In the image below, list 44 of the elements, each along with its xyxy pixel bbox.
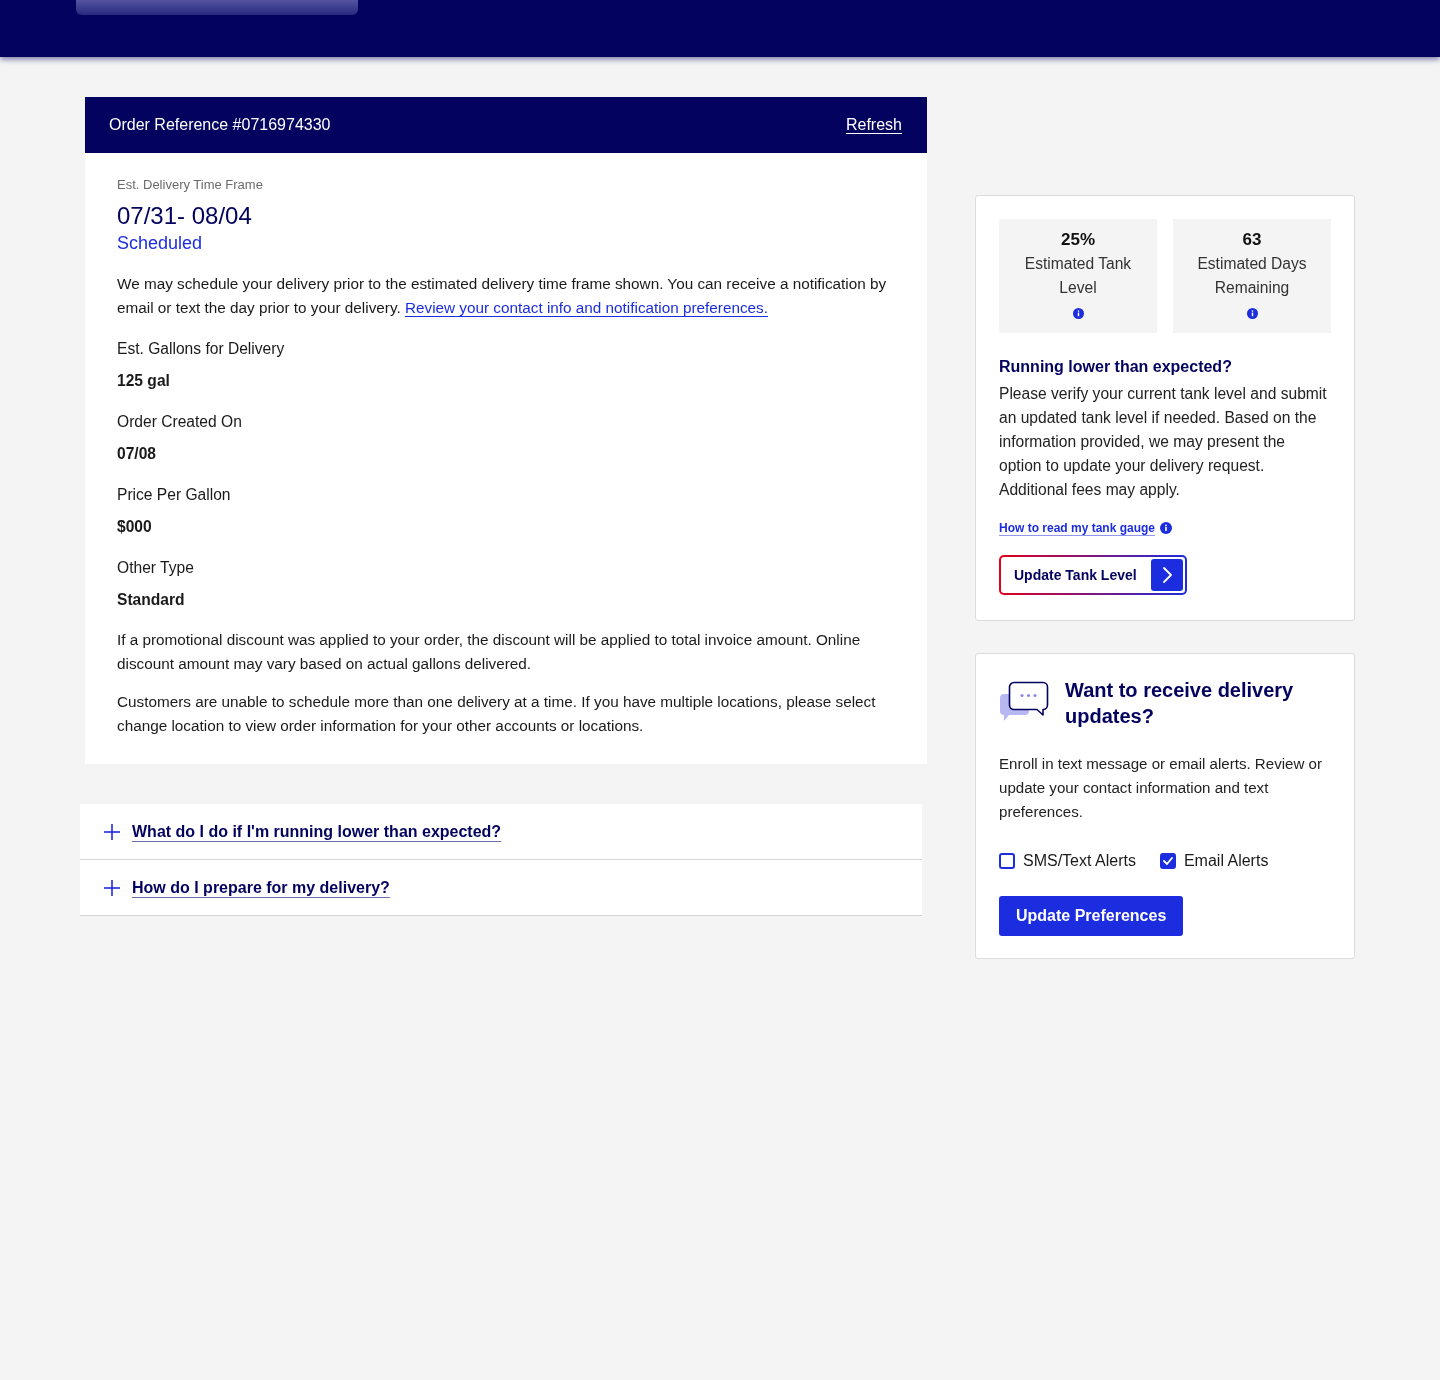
card-heading: Running lower than expected? (999, 357, 1233, 377)
stat-value: 25% (1061, 229, 1095, 251)
delivery-timeframe: 07/31- 08/04 (117, 201, 253, 231)
order-note: If a promotional discount was applied to your order, the discount will be applied to total invoice amount. Online discount amount may vary based on actual gallons delivered. (117, 630, 862, 674)
chat-bubbles-icon (999, 681, 1049, 723)
detail-value: 07/08 (117, 444, 158, 464)
detail-value: Standard (117, 590, 186, 610)
card-text: Please verify your current tank level and submit an updated tank level if needed. Based on the information provided, we may present the option to update your delivery request. Additional fees may apply. (999, 384, 1328, 500)
stat-label: Estimated Days Remaining (1196, 254, 1308, 298)
info-icon[interactable] (1246, 308, 1258, 319)
stat-value: 63 (1242, 229, 1262, 251)
checkbox[interactable] (999, 853, 1015, 869)
card-text: Enroll in text message or email alerts. Review or update your contact information and text preferences. (999, 754, 1323, 822)
detail-label: Order Created On (117, 412, 243, 432)
check-icon (1162, 857, 1173, 865)
accordion-question[interactable]: What do I do if I'm running lower than expected? (132, 820, 502, 843)
order-reference: Order Reference #0716974330 (109, 115, 331, 135)
plus-icon[interactable] (104, 879, 120, 896)
card-heading: Want to receive delivery updates? (1065, 678, 1295, 729)
update-preferences-button[interactable]: Update Preferences (999, 896, 1184, 936)
stat-label: Estimated Tank Level (1023, 254, 1133, 298)
detail-label: Est. Gallons for Delivery (117, 339, 286, 359)
checkbox-label[interactable]: SMS/Text Alerts (1023, 850, 1136, 872)
plus-icon[interactable] (104, 823, 120, 840)
contact-preferences-link[interactable]: Review your contact info and notification preferences. (404, 299, 768, 316)
accordion-item[interactable]: How do I prepare for my delivery? (80, 860, 922, 916)
tank-gauge-link[interactable]: How to read my tank gauge (999, 520, 1156, 536)
update-tank-level-button[interactable]: Update Tank Level (999, 555, 1187, 595)
delivery-notice: We may schedule your delivery prior to the estimated delivery time frame shown. You can receive a notification by email or text the day prior to your delivery. Review your contact info and notification preferences. (117, 274, 888, 318)
checkbox[interactable] (1159, 853, 1176, 869)
detail-value: 125 gal (117, 371, 171, 391)
delivery-status: Scheduled (117, 232, 204, 255)
refresh-link[interactable]: Refresh (845, 115, 902, 135)
chevron-right-icon (1150, 559, 1183, 591)
accordion-item[interactable]: What do I do if I'm running lower than expected? (80, 804, 922, 860)
order-note: Customers are unable to schedule more than one delivery at a time. If you have multiple locations, please select change location to view order information for your other accounts or locations. (117, 692, 877, 736)
info-icon[interactable] (1072, 308, 1084, 319)
checkbox-label[interactable]: Email Alerts (1183, 850, 1269, 872)
detail-value: $000 (117, 517, 153, 537)
timeframe-label: Est. Delivery Time Frame (117, 176, 264, 194)
detail-label: Other Type (117, 558, 195, 578)
accordion-question[interactable]: How do I prepare for my delivery? (132, 876, 390, 899)
info-icon[interactable] (1160, 522, 1173, 534)
detail-label: Price Per Gallon (117, 485, 232, 505)
